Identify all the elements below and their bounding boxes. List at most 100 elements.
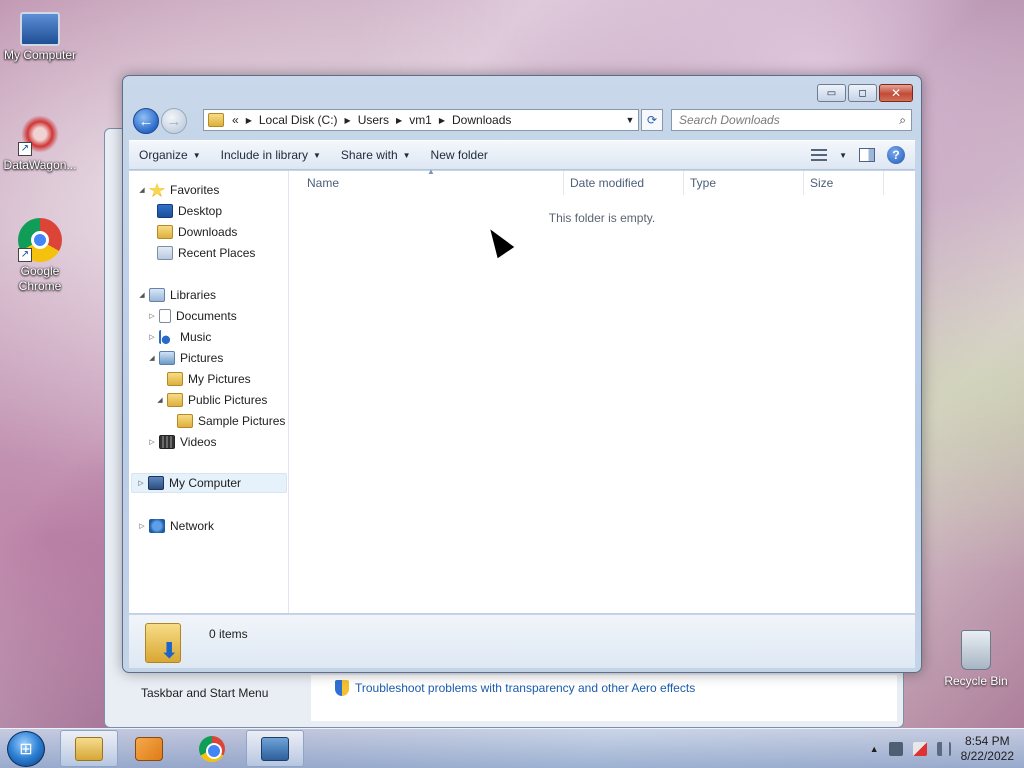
network-tray-icon[interactable] bbox=[888, 742, 903, 756]
explorer-icon bbox=[75, 736, 103, 761]
column-header-size[interactable]: Size bbox=[804, 171, 884, 195]
clock-date: 8/22/2022 bbox=[960, 749, 1014, 763]
start-button[interactable]: ⊞ bbox=[7, 731, 45, 767]
close-button[interactable]: ✕ bbox=[879, 84, 913, 102]
navigation-pane: ◢ Favorites Desktop Downloads Recent Plac… bbox=[129, 171, 289, 613]
documents-icon bbox=[159, 309, 171, 323]
system-tray: ▲ 8:54 PM 8/22/2022 bbox=[870, 729, 1014, 768]
nav-pictures[interactable]: ◢ Pictures bbox=[147, 348, 223, 368]
maximize-button[interactable]: ◻ bbox=[848, 84, 877, 102]
new-folder-button[interactable]: New folder bbox=[421, 148, 498, 162]
view-options-icon[interactable] bbox=[811, 149, 828, 161]
desktop-icon-label: Recycle Bin bbox=[944, 674, 1008, 688]
desktop-icon-datawagon[interactable]: ↗ DataWagon... bbox=[0, 112, 80, 173]
shield-icon bbox=[335, 680, 349, 696]
network-icon bbox=[149, 519, 165, 533]
organize-button[interactable]: Organize ▼ bbox=[129, 148, 211, 162]
desktop-icon-label: My Computer bbox=[3, 48, 77, 62]
action-center-flag-icon[interactable] bbox=[912, 742, 927, 756]
downloads-folder-icon bbox=[157, 225, 173, 239]
nav-desktop[interactable]: Desktop bbox=[155, 201, 222, 221]
taskbar-control-panel-button[interactable] bbox=[246, 730, 304, 767]
explorer-window[interactable]: ▭ ◻ ✕ ← → « ▶ Local Disk (C:) ▶ Users ▶ vm1… bbox=[122, 75, 922, 673]
navigation-row: ← → « ▶ Local Disk (C:) ▶ Users ▶ vm1 ▶ Down… bbox=[131, 107, 913, 135]
desktop-icon-recycle-bin[interactable]: Recycle Bin bbox=[936, 630, 1016, 688]
column-header-type[interactable]: Type bbox=[684, 171, 804, 195]
volume-icon[interactable] bbox=[936, 742, 951, 756]
folder-icon bbox=[167, 393, 183, 407]
nav-downloads[interactable]: Downloads bbox=[155, 222, 237, 242]
shortcut-arrow-icon: ↗ bbox=[18, 142, 32, 156]
clock[interactable]: 8:54 PM 8/22/2022 bbox=[961, 734, 1014, 764]
nav-favorites[interactable]: ◢ Favorites bbox=[137, 180, 219, 200]
star-icon bbox=[149, 183, 165, 197]
include-in-library-button[interactable]: Include in library ▼ bbox=[211, 148, 331, 162]
desktop-icon bbox=[157, 204, 173, 218]
taskbar-start-menu-link[interactable]: Taskbar and Start Menu bbox=[141, 686, 268, 700]
windows-logo-icon: ⊞ bbox=[19, 741, 33, 758]
view-dropdown-icon[interactable]: ▼ bbox=[839, 151, 847, 160]
show-hidden-icons-icon[interactable]: ▲ bbox=[870, 744, 879, 754]
sort-ascending-icon: ▲ bbox=[427, 167, 435, 176]
nav-network[interactable]: ▷ Network bbox=[137, 516, 214, 536]
command-bar: Organize ▼ Include in library ▼ Share with… bbox=[129, 140, 915, 170]
taskbar-chrome-button[interactable] bbox=[183, 730, 241, 767]
chrome-icon: ↗ bbox=[18, 218, 62, 262]
details-pane: 0 items bbox=[129, 614, 915, 668]
folder-icon bbox=[177, 414, 193, 428]
caption-buttons: ▭ ◻ ✕ bbox=[817, 84, 913, 102]
recent-places-icon bbox=[157, 246, 173, 260]
nav-videos[interactable]: ▷ Videos bbox=[147, 432, 216, 452]
media-player-icon bbox=[135, 736, 163, 761]
datawagon-icon: ↗ bbox=[18, 112, 62, 156]
desktop-icon-google-chrome[interactable]: ↗ Google Chrome bbox=[0, 218, 80, 294]
clock-time: 8:54 PM bbox=[964, 734, 1010, 748]
forward-button[interactable]: → bbox=[161, 108, 187, 134]
nav-recent-places[interactable]: Recent Places bbox=[155, 243, 255, 263]
column-header-date-modified[interactable]: Date modified bbox=[564, 171, 684, 195]
taskbar-media-player-button[interactable] bbox=[120, 730, 178, 767]
nav-public-pictures[interactable]: ◢ Public Pictures bbox=[155, 390, 267, 410]
empty-folder-message: This folder is empty. bbox=[548, 211, 656, 225]
libraries-icon bbox=[149, 288, 165, 302]
breadcrumb-users[interactable]: ▶ Users bbox=[342, 113, 394, 127]
column-headers: ▲ Name Date modified Type Size bbox=[289, 167, 915, 195]
breadcrumb-downloads[interactable]: ▶ Downloads bbox=[436, 113, 516, 127]
nav-my-computer[interactable]: ▷ My Computer bbox=[131, 473, 287, 493]
content-area: ◢ Favorites Desktop Downloads Recent Plac… bbox=[129, 167, 915, 613]
folder-icon bbox=[208, 113, 224, 127]
breadcrumb-vm1[interactable]: ▶ vm1 bbox=[393, 113, 436, 127]
search-icon[interactable]: ⌕ bbox=[899, 113, 906, 128]
search-input[interactable]: Search Downloads ⌕ bbox=[671, 109, 912, 131]
nav-music[interactable]: ▷ Music bbox=[147, 327, 211, 347]
file-list-pane[interactable]: ▲ Name Date modified Type Size This folde… bbox=[289, 167, 915, 613]
taskbar: ⊞ ▲ 8:54 PM 8/22/2022 bbox=[0, 728, 1024, 768]
nav-libraries[interactable]: ◢ Libraries bbox=[137, 285, 216, 305]
taskbar-explorer-button[interactable] bbox=[60, 730, 118, 767]
troubleshoot-aero-text: Troubleshoot problems with transparency … bbox=[355, 681, 696, 695]
nav-documents[interactable]: ▷ Documents bbox=[147, 306, 237, 326]
address-dropdown-icon[interactable]: ▼ bbox=[622, 115, 638, 125]
column-header-name[interactable]: ▲ Name bbox=[289, 167, 564, 195]
nav-sample-pictures[interactable]: Sample Pictures bbox=[175, 411, 285, 431]
control-panel-icon bbox=[261, 736, 289, 761]
nav-my-pictures[interactable]: My Pictures bbox=[165, 369, 251, 389]
computer-icon bbox=[148, 476, 164, 490]
minimize-button[interactable]: ▭ bbox=[817, 84, 846, 102]
videos-icon bbox=[159, 435, 175, 449]
help-icon[interactable]: ? bbox=[887, 146, 905, 164]
shortcut-arrow-icon: ↗ bbox=[18, 248, 32, 262]
address-overflow[interactable]: « bbox=[228, 113, 243, 127]
music-icon bbox=[159, 330, 175, 344]
mouse-cursor-icon bbox=[482, 223, 515, 259]
refresh-button[interactable]: ⟳ bbox=[641, 109, 663, 131]
back-button[interactable]: ← bbox=[133, 108, 159, 134]
share-with-button[interactable]: Share with ▼ bbox=[331, 148, 421, 162]
folder-icon bbox=[167, 372, 183, 386]
address-bar[interactable]: « ▶ Local Disk (C:) ▶ Users ▶ vm1 ▶ Download… bbox=[203, 109, 639, 131]
breadcrumb-local-disk[interactable]: ▶ Local Disk (C:) bbox=[243, 113, 342, 127]
troubleshoot-aero-link[interactable]: Troubleshoot problems with transparency … bbox=[335, 680, 695, 696]
desktop-icon-my-computer[interactable]: My Computer bbox=[0, 10, 80, 63]
computer-icon bbox=[20, 12, 60, 46]
preview-pane-icon[interactable] bbox=[859, 148, 875, 162]
